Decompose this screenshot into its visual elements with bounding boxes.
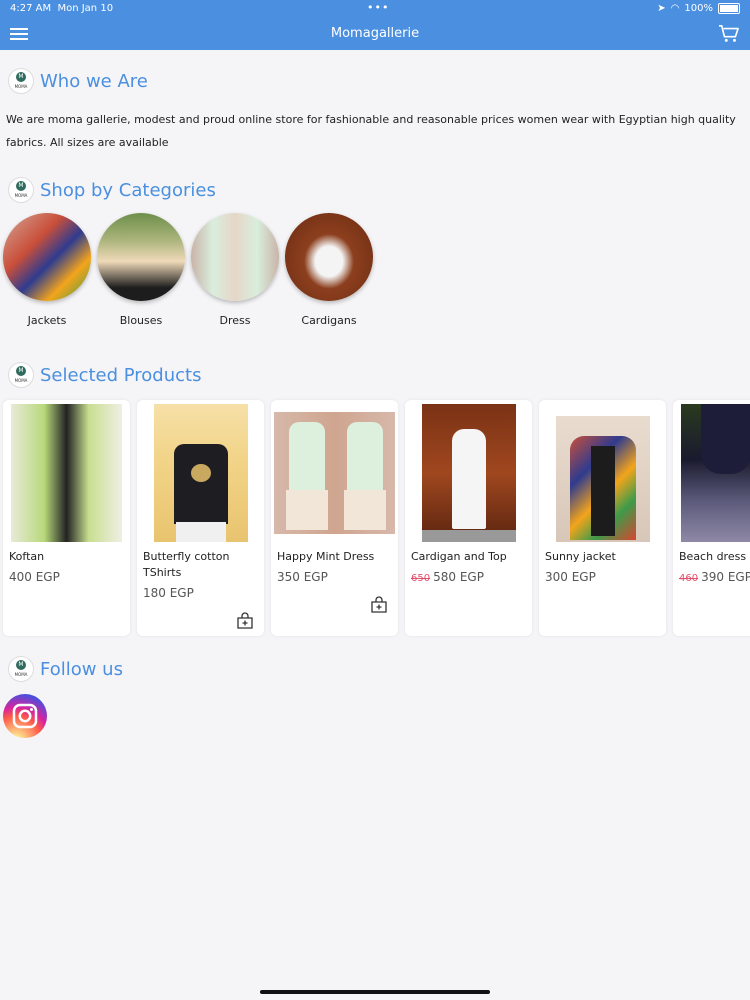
cart-icon[interactable] <box>718 24 740 44</box>
logo-text: MOMA <box>14 672 28 677</box>
product-price: 650 580 EGP <box>411 570 484 584</box>
multitask-dots-icon[interactable]: ••• <box>367 1 389 14</box>
product-image <box>681 404 750 542</box>
moma-logo: M MOMA <box>8 362 34 388</box>
product-name: Koftan <box>9 550 45 563</box>
location-icon: ➤ <box>657 3 666 14</box>
category-image <box>285 213 373 301</box>
about-heading: Who we Are <box>40 70 148 92</box>
product-card[interactable]: Sunny jacket 300 EGP <box>539 400 666 636</box>
about-text: We are moma gallerie, modest and proud o… <box>6 113 736 149</box>
time-text: 4:27 AM <box>10 3 52 14</box>
instagram-glyph <box>12 703 38 729</box>
category-label: Blouses <box>119 314 163 327</box>
price-value: 400 EGP <box>9 570 60 584</box>
product-card[interactable]: Koftan 400 EGP <box>3 400 130 636</box>
category-image <box>97 213 185 301</box>
product-name: Cardigan and Top <box>411 550 507 563</box>
follow-section-header: M MOMA Follow us <box>8 656 123 682</box>
category-jackets[interactable]: Jackets <box>3 213 91 327</box>
battery-percent: 100% <box>684 3 713 14</box>
category-label: Cardigans <box>301 314 357 327</box>
product-price: 350 EGP <box>277 570 328 584</box>
category-dress[interactable]: Dress <box>191 213 279 327</box>
logo-text: MOMA <box>14 378 28 383</box>
logo-text: MOMA <box>14 84 28 89</box>
instagram-icon[interactable] <box>3 694 47 738</box>
app-navbar: Momagallerie <box>0 18 750 50</box>
product-price: 300 EGP <box>545 570 596 584</box>
app-title: Momagallerie <box>330 26 420 41</box>
product-image <box>11 404 122 542</box>
logo-text: MOMA <box>14 193 28 198</box>
product-image <box>154 404 248 542</box>
product-card[interactable]: Beach dress 460 390 EGP <box>673 400 750 636</box>
product-price: 460 390 EGP <box>679 570 750 584</box>
logo-initial: M <box>16 660 26 670</box>
product-price: 400 EGP <box>9 570 60 584</box>
add-to-cart-icon[interactable] <box>370 596 388 614</box>
price-value: 180 EGP <box>143 586 194 600</box>
wifi-icon: ◠ <box>670 3 680 14</box>
logo-initial: M <box>16 72 26 82</box>
battery-icon <box>718 3 740 14</box>
add-to-cart-icon[interactable] <box>236 612 254 630</box>
price-value: 390 EGP <box>701 570 750 584</box>
logo-initial: M <box>16 181 26 191</box>
price-value: 580 EGP <box>433 570 484 584</box>
product-name: Beach dress <box>679 550 747 563</box>
products-heading: Selected Products <box>40 364 202 386</box>
product-card[interactable]: Happy Mint Dress 350 EGP <box>271 400 398 636</box>
product-name: Butterfly cotton TShirts <box>143 550 230 579</box>
logo-initial: M <box>16 366 26 376</box>
date-text: Mon Jan 10 <box>57 3 114 14</box>
categories-section-header: M MOMA Shop by Categories <box>8 177 216 203</box>
category-cardigans[interactable]: Cardigans <box>285 213 373 327</box>
old-price: 460 <box>679 573 699 584</box>
product-name: Sunny jacket <box>545 550 616 563</box>
product-card[interactable]: Butterfly cotton TShirts 180 EGP <box>137 400 264 636</box>
category-label: Jackets <box>27 314 67 327</box>
moma-logo: M MOMA <box>8 656 34 682</box>
price-value: 350 EGP <box>277 570 328 584</box>
categories-heading: Shop by Categories <box>40 179 216 201</box>
category-blouses[interactable]: Blouses <box>97 213 185 327</box>
products-section-header: M MOMA Selected Products <box>8 362 201 388</box>
product-card[interactable]: Cardigan and Top 650 580 EGP <box>405 400 532 636</box>
moma-logo: M MOMA <box>8 68 34 94</box>
status-time: 4:27 AM Mon Jan 10 <box>10 3 113 14</box>
product-image <box>422 404 516 542</box>
moma-logo: M MOMA <box>8 177 34 203</box>
product-price: 180 EGP <box>143 586 194 600</box>
category-label: Dress <box>219 314 251 327</box>
follow-heading: Follow us <box>40 658 123 680</box>
home-indicator[interactable] <box>260 990 490 994</box>
product-name: Happy Mint Dress <box>277 550 375 563</box>
status-right: ➤ ◠ 100% <box>657 3 740 14</box>
product-image <box>556 416 650 542</box>
status-bar: 4:27 AM Mon Jan 10 ••• ➤ ◠ 100% <box>0 0 750 18</box>
category-image <box>3 213 91 301</box>
about-section-header: M MOMA Who we Are <box>8 68 148 94</box>
old-price: 650 <box>411 573 431 584</box>
price-value: 300 EGP <box>545 570 596 584</box>
product-image <box>274 412 395 534</box>
category-image <box>191 213 279 301</box>
